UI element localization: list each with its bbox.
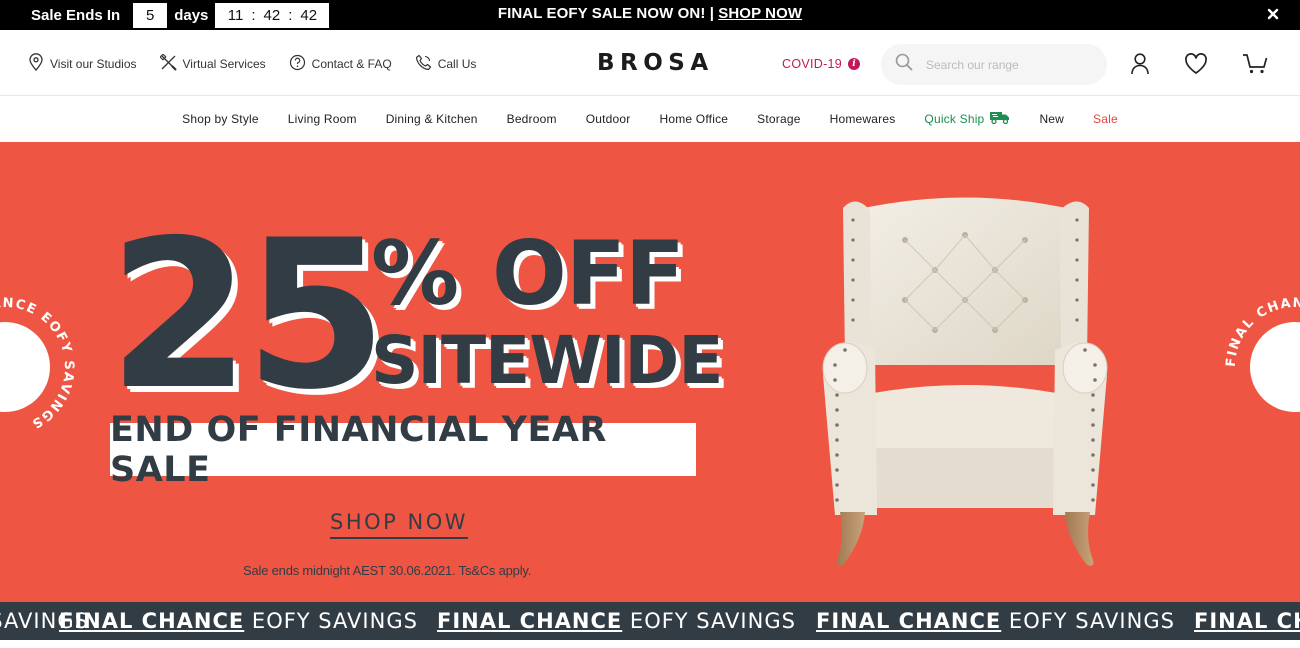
final-chance-seal-right: FINAL CHANCE EOFY SAVINGS <box>1224 296 1300 431</box>
hero-shop-now-button[interactable]: SHOP NOW <box>330 510 468 539</box>
virtual-services-label: Virtual Services <box>182 56 266 71</box>
covid-label: COVID-19 <box>782 57 843 71</box>
ticker-item: FINAL CHANCE EOFY SAVINGS <box>816 609 1175 633</box>
nav-item-shop-by-style[interactable]: Shop by Style <box>182 112 259 126</box>
contact-faq-label: Contact & FAQ <box>311 56 392 71</box>
brosa-logo[interactable]: BROSA <box>597 50 714 76</box>
covid-19-link[interactable]: COVID-19 i <box>782 57 861 71</box>
visit-studios-link[interactable]: Visit our Studios <box>28 53 137 74</box>
top-promo-bar: Sale Ends In 5 days 11 : 42 : 42 FINAL E… <box>0 0 1300 30</box>
hero-sale-banner-text: END OF FINANCIAL YEAR SALE <box>110 409 607 490</box>
nav-item-storage[interactable]: Storage <box>757 112 800 126</box>
promo-text: FINAL EOFY SALE NOW ON! | <box>497 5 719 22</box>
hero-discount-number: 25 <box>108 197 387 435</box>
hero-percent-sign: % <box>371 222 460 325</box>
phone-icon <box>415 54 438 74</box>
utility-links: Visit our Studios Virtual Services Conta… <box>28 52 499 74</box>
ticker-item: FINAL CHANCE EOFY SAVINGS <box>437 609 796 633</box>
hero-sitewide-text: SITEWIDE <box>371 322 723 399</box>
cart-icon[interactable] <box>1242 53 1268 80</box>
final-chance-ticker: FINAL CHANCE EOFY SAVINGS FINAL CHANCE E… <box>0 602 1300 640</box>
hero-sale-banner: END OF FINANCIAL YEAR SALE <box>110 410 696 490</box>
search-input[interactable] <box>926 57 1096 72</box>
question-circle-icon <box>289 54 312 74</box>
info-icon: i <box>848 58 861 70</box>
nav-item-homewares[interactable]: Homewares <box>830 112 896 126</box>
armchair-image <box>822 197 1108 566</box>
nav-item-dining-kitchen[interactable]: Dining & Kitchen <box>386 112 478 126</box>
virtual-services-link[interactable]: Virtual Services <box>158 52 266 74</box>
nav-item-bedroom[interactable]: Bedroom <box>507 112 557 126</box>
visit-studios-label: Visit our Studios <box>50 56 137 71</box>
nav-item-living-room[interactable]: Living Room <box>288 112 357 126</box>
nav-item-quick-ship[interactable]: Quick Ship <box>924 111 1010 127</box>
hero-banner[interactable]: FINAL CHANCE EOFY SAVINGS FINAL CHANCE E… <box>0 142 1300 602</box>
nav-item-sale[interactable]: Sale <box>1093 112 1118 126</box>
nav-item-outdoor[interactable]: Outdoor <box>586 112 631 126</box>
heart-icon[interactable] <box>1184 53 1208 80</box>
nav-item-home-office[interactable]: Home Office <box>659 112 728 126</box>
main-nav: Shop by Style Living Room Dining & Kitch… <box>0 97 1300 141</box>
contact-faq-link[interactable]: Contact & FAQ <box>289 54 392 74</box>
call-us-link[interactable]: Call Us <box>415 54 477 74</box>
nav-item-new[interactable]: New <box>1039 112 1064 126</box>
truck-icon <box>984 111 1010 127</box>
ticker-item: FINAL CHANCE EOFY SAVINGS <box>1194 609 1300 633</box>
promo-message: FINAL EOFY SALE NOW ON! | SHOP NOW <box>0 5 1300 22</box>
site-header: Visit our Studios Virtual Services Conta… <box>0 30 1300 96</box>
hero-off-text: OFF <box>492 222 685 325</box>
location-pin-icon <box>28 53 50 74</box>
user-icon[interactable] <box>1130 53 1150 80</box>
close-icon[interactable] <box>1266 6 1280 22</box>
hero-terms-text: Sale ends midnight AEST 30.06.2021. Ts&C… <box>243 563 532 578</box>
search-bar[interactable] <box>881 44 1107 85</box>
search-icon <box>895 53 913 76</box>
call-us-label: Call Us <box>437 56 477 71</box>
nav-item-quick-ship-label: Quick Ship <box>924 112 985 126</box>
final-chance-seal-left: FINAL CHANCE EOFY SAVINGS <box>0 296 75 431</box>
promo-shop-now-link[interactable]: SHOP NOW <box>718 5 802 22</box>
tools-icon <box>158 52 183 74</box>
ticker-item: FINAL CHANCE EOFY SAVINGS <box>59 609 418 633</box>
